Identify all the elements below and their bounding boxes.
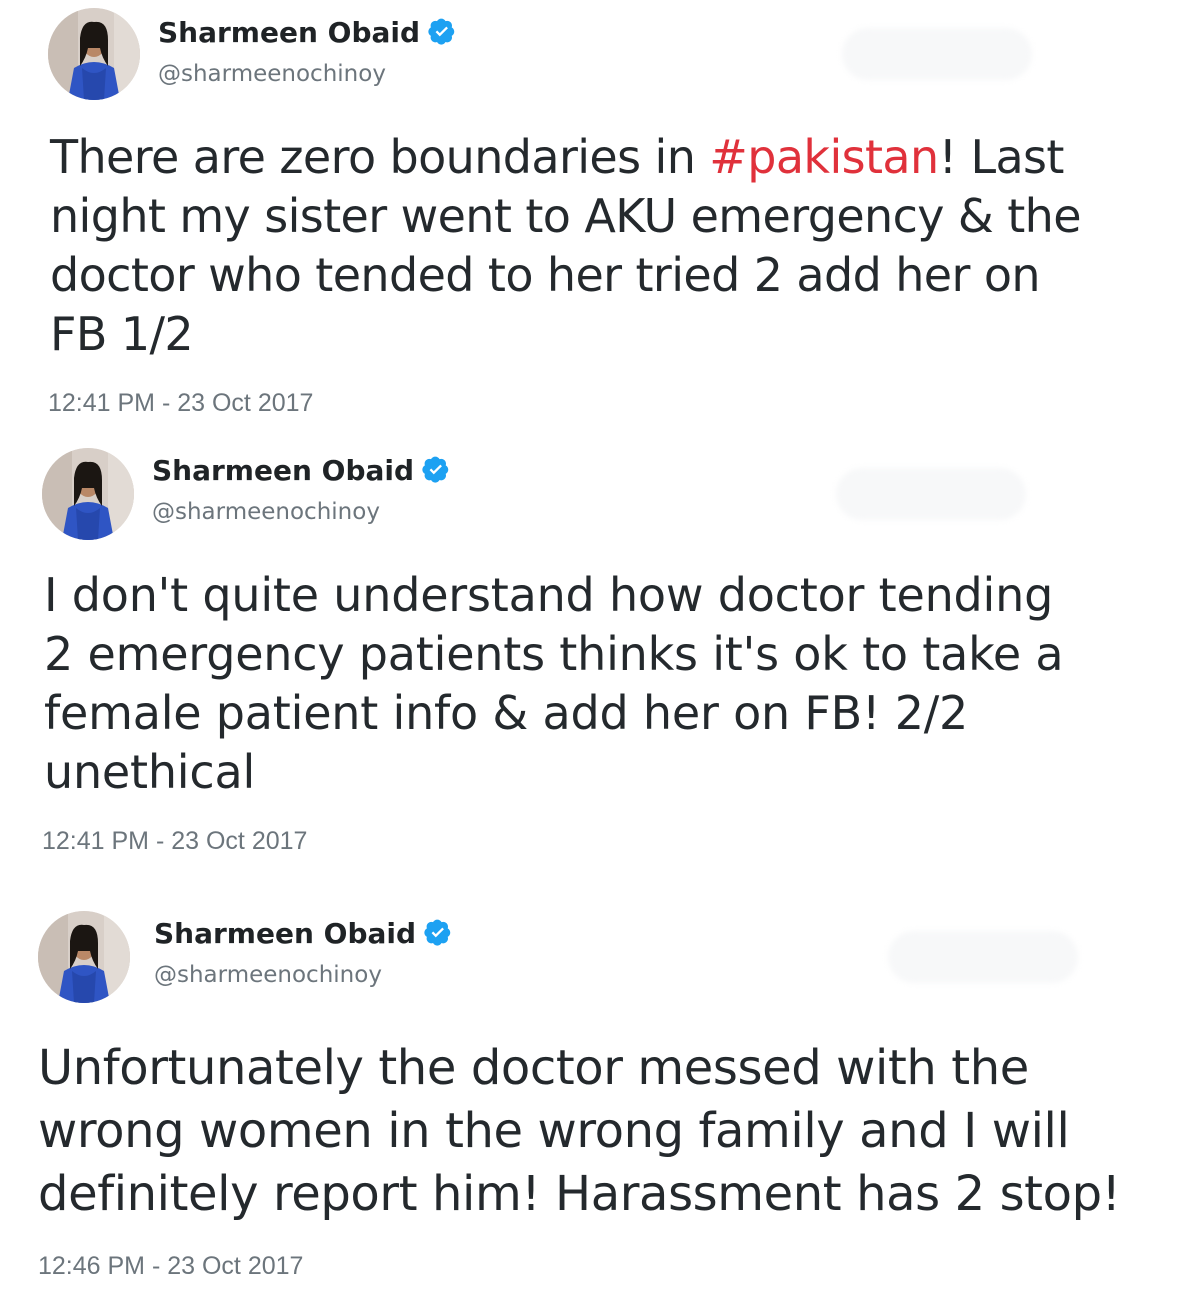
- avatar[interactable]: [38, 911, 130, 1003]
- tweet-text-line: Unfortunately the doctor messed with the: [38, 1040, 1029, 1096]
- tweet-card: Sharmeen Obaid @sharmeenochinoy I don't …: [0, 440, 1200, 880]
- tweet-text: Unfortunately the doctor messed with the…: [38, 1037, 1121, 1226]
- avatar[interactable]: [42, 448, 134, 540]
- tweet-text-line: night my sister went to AKU emergency & …: [50, 189, 1082, 243]
- display-name-text: Sharmeen Obaid: [152, 454, 415, 487]
- avatar-photo: [48, 8, 140, 100]
- display-name-text: Sharmeen Obaid: [154, 917, 417, 950]
- follow-button[interactable]: [888, 931, 1078, 983]
- tweet-text-line: doctor who tended to her tried 2 add her…: [50, 248, 1041, 302]
- display-name[interactable]: Sharmeen Obaid: [158, 16, 456, 50]
- tweet-text-line: I don't quite understand how doctor tend…: [44, 568, 1054, 622]
- text-segment: There are zero boundaries in: [50, 130, 710, 184]
- tweet-timestamp[interactable]: 12:41 PM - 23 Oct 2017: [42, 826, 307, 856]
- text-segment: ! Last: [938, 130, 1065, 184]
- verified-badge-icon: [422, 456, 449, 483]
- verified-badge-icon: [424, 919, 451, 946]
- avatar-photo: [42, 448, 134, 540]
- tweet-text-line: wrong women in the wrong family and I wi…: [38, 1103, 1070, 1159]
- user-handle[interactable]: @sharmeenochinoy: [154, 961, 382, 989]
- display-name[interactable]: Sharmeen Obaid: [152, 454, 450, 488]
- follow-button[interactable]: [836, 468, 1026, 520]
- tweet-text-line: definitely report him! Harassment has 2 …: [38, 1166, 1121, 1222]
- tweet-card: Sharmeen Obaid @sharmeenochinoy Unfortun…: [0, 895, 1200, 1298]
- tweet-text-line: unethical: [44, 745, 256, 799]
- display-name[interactable]: Sharmeen Obaid: [154, 917, 452, 951]
- avatar[interactable]: [48, 8, 140, 100]
- user-handle[interactable]: @sharmeenochinoy: [152, 498, 380, 526]
- tweet-text-line: There are zero boundaries in #pakistan! …: [50, 128, 1081, 187]
- tweet-timestamp[interactable]: 12:46 PM - 23 Oct 2017: [38, 1251, 303, 1281]
- hashtag-link[interactable]: #pakistan: [709, 130, 939, 184]
- tweet-text-line: 2 emergency patients thinks it's ok to t…: [44, 627, 1064, 681]
- user-handle[interactable]: @sharmeenochinoy: [158, 60, 386, 88]
- avatar-photo: [38, 911, 130, 1003]
- display-name-text: Sharmeen Obaid: [158, 16, 421, 49]
- tweet-timestamp[interactable]: 12:41 PM - 23 Oct 2017: [48, 388, 313, 418]
- tweet-card: Sharmeen Obaid @sharmeenochinoy There ar…: [0, 0, 1200, 435]
- tweet-text: There are zero boundaries in #pakistan! …: [50, 128, 1082, 364]
- tweet-text: I don't quite understand how doctor tend…: [44, 566, 1064, 802]
- tweet-text-line: female patient info & add her on FB! 2/2: [44, 686, 969, 740]
- follow-button[interactable]: [842, 28, 1032, 80]
- tweet-text-line: FB 1/2: [50, 307, 194, 361]
- verified-badge-icon: [428, 18, 455, 45]
